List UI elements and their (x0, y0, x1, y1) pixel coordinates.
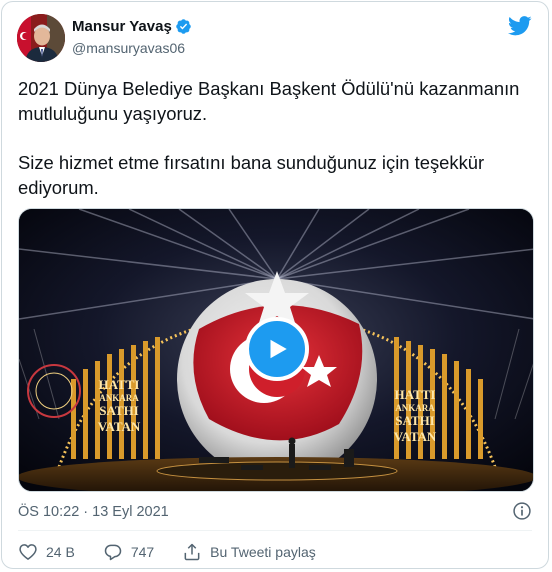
tweet-paragraph-2: Size hizmet etme fırsatını bana sunduğun… (18, 152, 485, 198)
sign-right-line-4: VATAN (394, 429, 437, 444)
play-button[interactable] (245, 317, 309, 381)
author-name[interactable]: Mansur Yavaş (72, 17, 192, 36)
tweet-card: Mansur Yavaş @mansuryavas06 2021 Dünya B… (1, 1, 549, 569)
sign-left-line-3: SATHI (99, 403, 139, 418)
sign-right-line-1: HATTI (395, 387, 436, 402)
share-label: Bu Tweeti paylaş (210, 544, 316, 560)
sign-left-line-1: HATTI (99, 377, 140, 392)
author-handle[interactable]: @mansuryavas06 (72, 38, 192, 58)
tweet-timestamp[interactable]: ÖS 10:22 · 13 Eyl 2021 (18, 502, 169, 522)
share-button[interactable]: Bu Tweeti paylaş (182, 542, 316, 562)
action-bar: 24 B 747 Bu Tweeti paylaş (18, 540, 344, 564)
reply-button[interactable]: 747 (103, 542, 154, 562)
avatar[interactable] (17, 14, 65, 62)
tweet-paragraph-1: 2021 Dünya Belediye Başkanı Başkent Ödül… (18, 78, 520, 124)
twitter-bird-icon[interactable] (508, 16, 532, 36)
like-button[interactable]: 24 B (18, 542, 75, 562)
sign-right-line-2: ANKARA (395, 403, 435, 413)
divider (18, 530, 532, 531)
heart-icon (19, 544, 37, 560)
author-block: Mansur Yavaş @mansuryavas06 (72, 17, 192, 58)
author-name-text[interactable]: Mansur Yavaş (72, 17, 172, 36)
info-icon[interactable] (512, 501, 532, 521)
sign-left-line-4: VATAN (98, 419, 141, 434)
sign-left-line-2: ANKARA (99, 393, 139, 403)
play-icon (270, 339, 287, 359)
reply-icon (104, 544, 122, 561)
like-count: 24 B (46, 544, 75, 560)
verified-badge-icon (176, 19, 191, 34)
tweet-text: 2021 Dünya Belediye Başkanı Başkent Ödül… (18, 76, 534, 200)
reply-count: 747 (130, 544, 155, 560)
video-thumbnail[interactable]: HATTI ANKARA SATHI VATAN HATTI ANKARA SA… (18, 208, 534, 492)
share-icon (184, 543, 200, 561)
sign-right-line-3: SATHI (395, 413, 435, 428)
